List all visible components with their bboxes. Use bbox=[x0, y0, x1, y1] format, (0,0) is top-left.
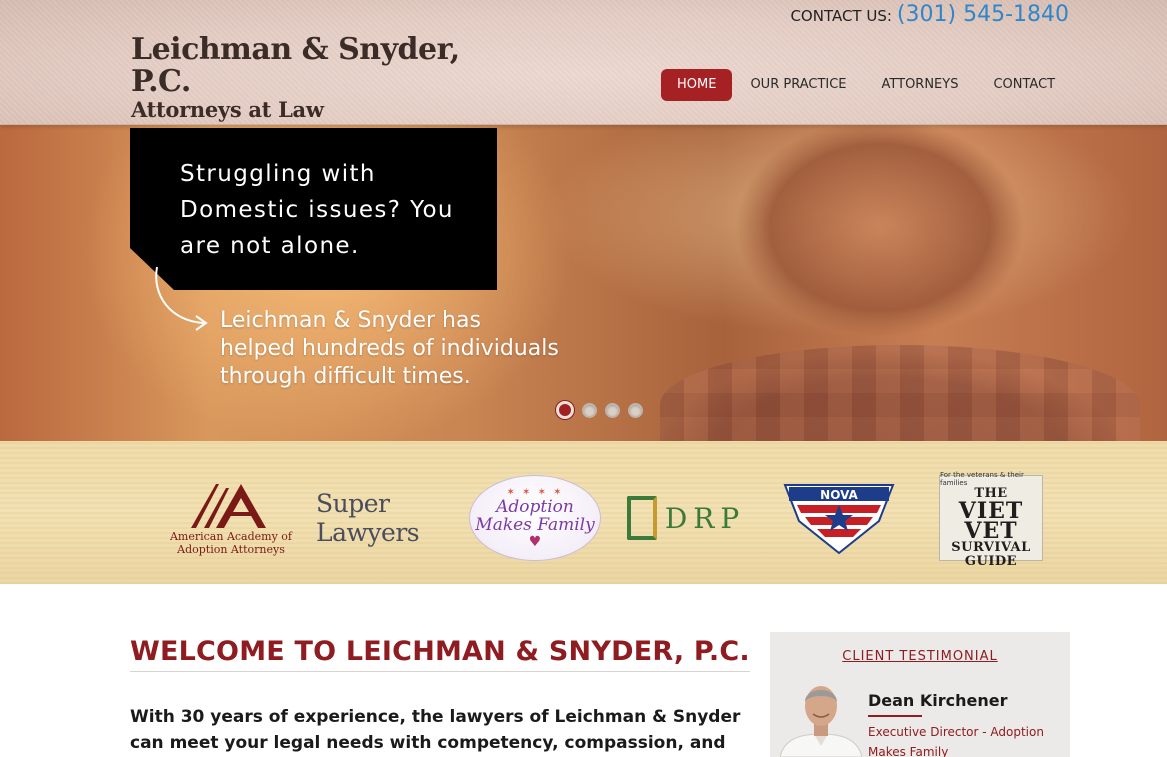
nav-contact[interactable]: CONTACT bbox=[981, 69, 1067, 101]
nav-attorneys[interactable]: ATTORNEYS bbox=[870, 69, 971, 101]
slider-dot-2[interactable] bbox=[582, 402, 597, 418]
slider-dot-4[interactable] bbox=[628, 402, 643, 418]
nav-our-practice[interactable]: OUR PRACTICE bbox=[738, 69, 858, 101]
viet-vet-guide-logo[interactable]: For the veterans & their families THE VI… bbox=[939, 471, 1043, 569]
logo-main-text: Leichman & Snyder, P.C. bbox=[131, 32, 460, 99]
testimonial-name-underline bbox=[868, 715, 922, 717]
contact-label: CONTACT US: bbox=[790, 7, 892, 25]
client-testimonial-panel: CLIENT TESTIMONIAL Dean Kirchener Execut… bbox=[770, 632, 1070, 757]
super-lawyers-logo[interactable]: Super Lawyers bbox=[316, 475, 452, 561]
children-figures-icon: ✶ ✶ ✶ ✶ bbox=[506, 486, 564, 498]
welcome-title: WELCOME TO LEICHMAN & SNYDER, P.C. bbox=[130, 636, 750, 672]
testimonial-heading: CLIENT TESTIMONIAL bbox=[770, 645, 1070, 664]
viet-vet-small-text: For the veterans & their families bbox=[940, 471, 1024, 487]
hero-slider: Struggling with Domestic issues? You are… bbox=[0, 125, 1167, 441]
hero-headline: Struggling with Domestic issues? You are… bbox=[180, 161, 454, 259]
contact-phone-link[interactable]: (301) 545-1840 bbox=[897, 2, 1069, 27]
slider-dot-1[interactable] bbox=[556, 401, 574, 419]
heart-icon: ♥ bbox=[528, 533, 542, 550]
adoption-line-1: Adoption bbox=[496, 496, 574, 517]
site-header: Leichman & Snyder, P.C. Attorneys at Law… bbox=[0, 0, 1167, 125]
nav-home[interactable]: HOME bbox=[661, 69, 733, 101]
site-logo[interactable]: Leichman & Snyder, P.C. Attorneys at Law bbox=[131, 34, 491, 122]
cdrp-text: DRP bbox=[664, 501, 746, 535]
aaaa-logo[interactable]: American Academy of Adoption Attorneys bbox=[163, 475, 299, 561]
viet-vet-survival: SURVIVAL bbox=[951, 540, 1031, 555]
slider-pagination bbox=[556, 401, 643, 419]
viet-vet-guide: GUIDE bbox=[964, 554, 1018, 569]
viet-vet-vet: VET bbox=[964, 518, 1018, 544]
testimonial-avatar bbox=[780, 676, 862, 757]
slider-dot-3[interactable] bbox=[605, 402, 620, 418]
welcome-body-text: With 30 years of experience, the lawyers… bbox=[130, 707, 741, 753]
curved-arrow-icon bbox=[155, 266, 208, 331]
aaaa-line-2: Adoption Attorneys bbox=[177, 543, 285, 556]
cdrp-logo[interactable]: DRP bbox=[624, 475, 748, 561]
testimonial-heading-link[interactable]: CLIENT TESTIMONIAL bbox=[842, 649, 998, 664]
contact-line: CONTACT US: (301) 545-1840 bbox=[790, 2, 1069, 27]
cdrp-bracket-icon bbox=[626, 496, 657, 540]
testimonial-role: Executive Director - Adoption Makes Fami… bbox=[868, 725, 1044, 757]
aaaa-mark-icon bbox=[191, 484, 266, 528]
partner-logos-band: American Academy of Adoption Attorneys S… bbox=[0, 441, 1167, 584]
nova-logo[interactable]: NOVA bbox=[782, 475, 896, 561]
hero-subtext: Leichman & Snyder has helped hundreds of… bbox=[220, 308, 559, 389]
nova-shield-icon: NOVA bbox=[783, 484, 895, 555]
nova-text: NOVA bbox=[820, 488, 858, 502]
logo-sub-text: Attorneys at Law bbox=[131, 97, 324, 122]
adoption-makes-family-logo[interactable]: ✶ ✶ ✶ ✶ Adoption Makes Family ♥ bbox=[469, 475, 601, 561]
main-nav: HOME OUR PRACTICE ATTORNEYS CONTACT bbox=[661, 69, 1078, 101]
adoption-line-2: Makes Family bbox=[475, 514, 595, 535]
testimonial-name: Dean Kirchener bbox=[868, 691, 1008, 710]
aaaa-line-1: American Academy of bbox=[169, 530, 292, 543]
